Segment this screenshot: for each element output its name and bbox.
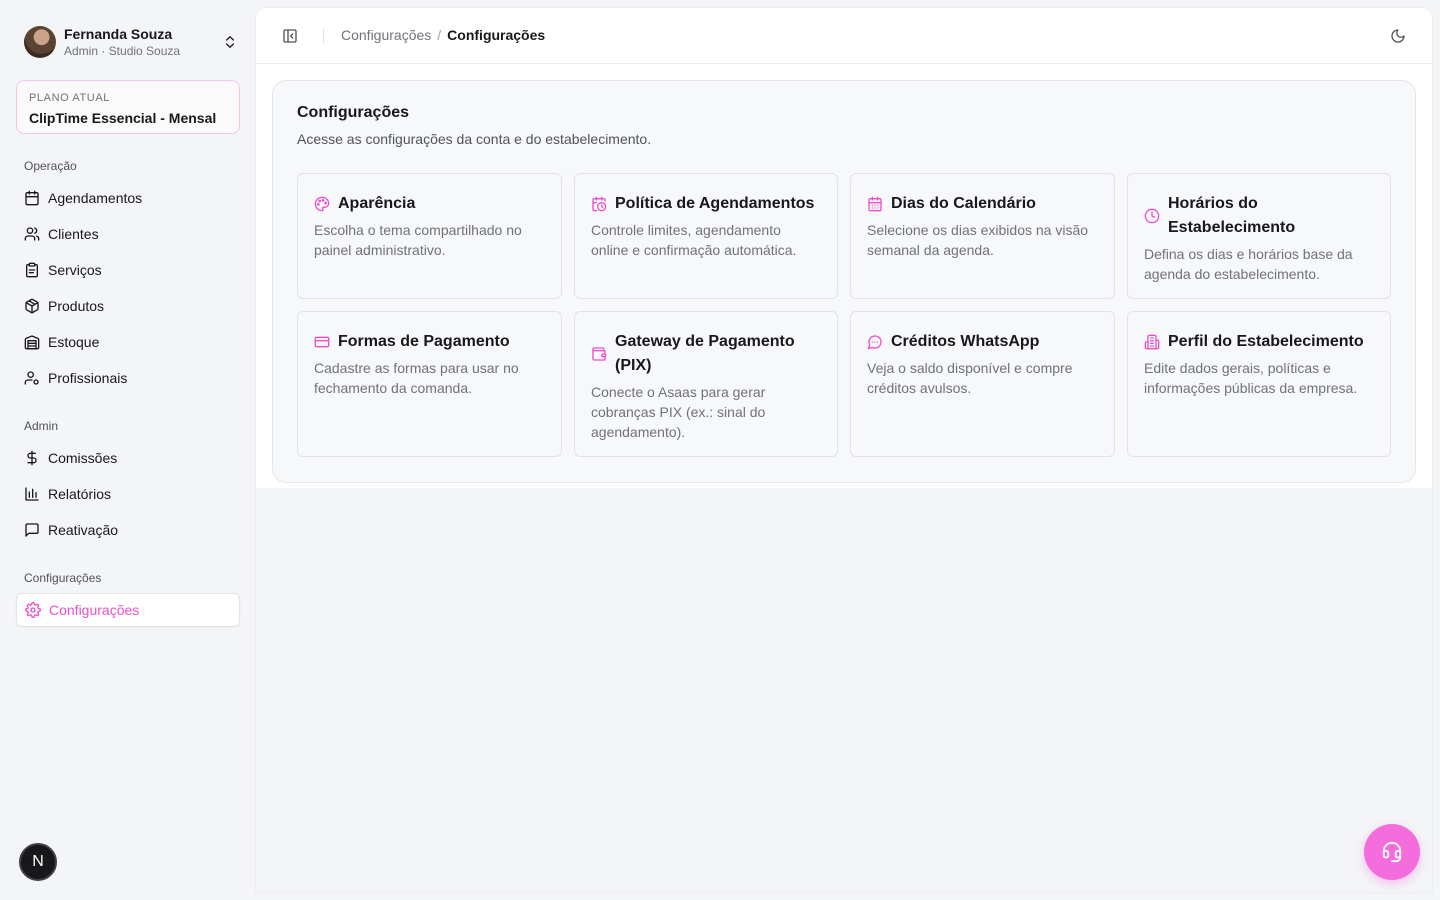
sidebar-item-label: Estoque [48, 334, 100, 350]
user-role: Admin · Studio Souza [64, 44, 181, 58]
sidebar: Fernanda Souza Admin · Studio Souza PLAN… [0, 0, 256, 900]
divider [323, 28, 324, 44]
user-cog-icon [24, 371, 39, 385]
card-formas-pagamento[interactable]: Formas de Pagamento Cadastre as formas p… [297, 311, 562, 457]
card-perfil-estabelecimento[interactable]: Perfil do Estabelecimento Edite dados ge… [1127, 311, 1391, 457]
sidebar-item-label: Serviços [48, 262, 102, 278]
card-aparencia[interactable]: Aparência Escolha o tema compartilhado n… [297, 173, 562, 299]
card-description: Edite dados gerais, políticas e informaç… [1144, 360, 1358, 396]
moon-icon[interactable] [1390, 28, 1406, 44]
calendar-clock-icon [592, 196, 607, 212]
sidebar-item-reativacao[interactable]: Reativação [16, 514, 240, 546]
sidebar-item-servicos[interactable]: Serviços [16, 254, 240, 286]
card-title: Aparência [338, 195, 416, 212]
breadcrumb-parent[interactable]: Configurações [341, 27, 431, 43]
dollar-icon [27, 450, 37, 466]
card-title: Perfil do Estabelecimento [1168, 333, 1364, 350]
package-icon [25, 298, 39, 314]
calendar-days-icon [868, 196, 882, 212]
current-plan-card: PLANO ATUAL ClipTime Essencial - Mensal [16, 80, 240, 134]
card-description: Controle limites, agendamento online e c… [591, 222, 797, 258]
card-title: Horários do Estabelecimento [1168, 195, 1296, 236]
card-gateway-pagamento[interactable]: Gateway de Pagamento (PIX) Conecte o Asa… [574, 311, 838, 457]
message-square-icon [25, 523, 39, 537]
palette-icon [314, 196, 330, 212]
sidebar-item-label: Clientes [48, 226, 99, 242]
card-horarios-estabelecimento[interactable]: Horários do Estabelecimento Defina os di… [1127, 173, 1391, 299]
dev-tools-badge[interactable]: N [19, 843, 57, 881]
sidebar-item-comissoes[interactable]: Comissões [16, 442, 240, 474]
card-description: Cadastre as formas para usar no fechamen… [314, 360, 519, 396]
card-title: Créditos WhatsApp [891, 333, 1040, 350]
sidebar-item-clientes[interactable]: Clientes [16, 218, 240, 250]
section-label-admin: Admin [24, 419, 59, 433]
section-label-operacao: Operação [24, 159, 77, 173]
sidebar-toggle-icon[interactable] [282, 28, 298, 44]
breadcrumb-separator: / [437, 27, 442, 43]
building-icon [1144, 334, 1160, 350]
breadcrumb: Configurações / Configurações [341, 27, 545, 43]
section-label-configuracoes: Configurações [24, 571, 102, 585]
clipboard-icon [26, 262, 38, 278]
gear-icon [25, 602, 41, 618]
sidebar-item-relatorios[interactable]: Relatórios [16, 478, 240, 510]
sidebar-item-label: Reativação [48, 522, 119, 538]
clock-icon [1144, 208, 1160, 224]
page-title: Configurações [297, 104, 410, 121]
sidebar-item-produtos[interactable]: Produtos [16, 290, 240, 322]
credit-card-icon [314, 336, 330, 348]
plan-name: ClipTime Essencial - Mensal [29, 110, 217, 126]
top-bar: Configurações / Configurações [256, 8, 1432, 64]
main-content: Configurações / Configurações Configuraç… [256, 8, 1432, 892]
sidebar-item-label: Agendamentos [48, 190, 143, 206]
page-subtitle: Acesse as configurações da conta e do es… [297, 131, 652, 147]
sidebar-item-label: Relatórios [48, 486, 112, 502]
users-icon [24, 227, 40, 241]
sidebar-item-configuracoes[interactable]: Configurações [16, 593, 240, 627]
sidebar-item-agendamentos[interactable]: Agendamentos [16, 182, 240, 214]
sidebar-item-profissionais[interactable]: Profissionais [16, 362, 240, 394]
card-title: Gateway de Pagamento (PIX) [615, 333, 795, 374]
avatar [24, 26, 56, 58]
user-name: Fernanda Souza [64, 26, 173, 42]
settings-panel: Configurações Acesse as configurações da… [272, 80, 1416, 483]
card-description: Veja o saldo disponível e compre crédito… [867, 360, 1073, 396]
headset-icon [1382, 842, 1402, 863]
breadcrumb-current: Configurações [447, 27, 546, 43]
chevrons-up-down-icon [226, 36, 234, 48]
account-switcher[interactable]: Fernanda Souza Admin · Studio Souza [24, 22, 238, 62]
sidebar-item-label: Configurações [49, 602, 140, 618]
card-politica-agendamentos[interactable]: Política de Agendamentos Controle limite… [574, 173, 838, 299]
sidebar-item-label: Comissões [48, 450, 118, 466]
sidebar-item-estoque[interactable]: Estoque [16, 326, 240, 358]
sidebar-item-label: Profissionais [48, 370, 128, 386]
message-circle-icon [867, 335, 882, 350]
card-description: Defina os dias e horários base da agenda… [1144, 246, 1353, 282]
bar-chart-icon [25, 487, 39, 501]
card-title: Formas de Pagamento [338, 333, 510, 350]
card-title: Política de Agendamentos [615, 195, 815, 212]
calendar-icon [25, 190, 39, 206]
support-button[interactable] [1364, 824, 1420, 880]
card-dias-calendario[interactable]: Dias do Calendário Selecione os dias exi… [850, 173, 1115, 299]
card-description: Conecte o Asaas para gerar cobranças PIX… [591, 384, 766, 440]
card-description: Escolha o tema compartilhado no painel a… [314, 222, 522, 258]
warehouse-icon [24, 335, 40, 350]
card-description: Selecione os dias exibidos na visão sema… [867, 222, 1089, 258]
plan-label: PLANO ATUAL [29, 92, 110, 104]
card-title: Dias do Calendário [891, 195, 1036, 212]
wallet-icon [592, 347, 607, 361]
sidebar-item-label: Produtos [48, 298, 105, 314]
card-creditos-whatsapp[interactable]: Créditos WhatsApp Veja o saldo disponíve… [850, 311, 1115, 457]
